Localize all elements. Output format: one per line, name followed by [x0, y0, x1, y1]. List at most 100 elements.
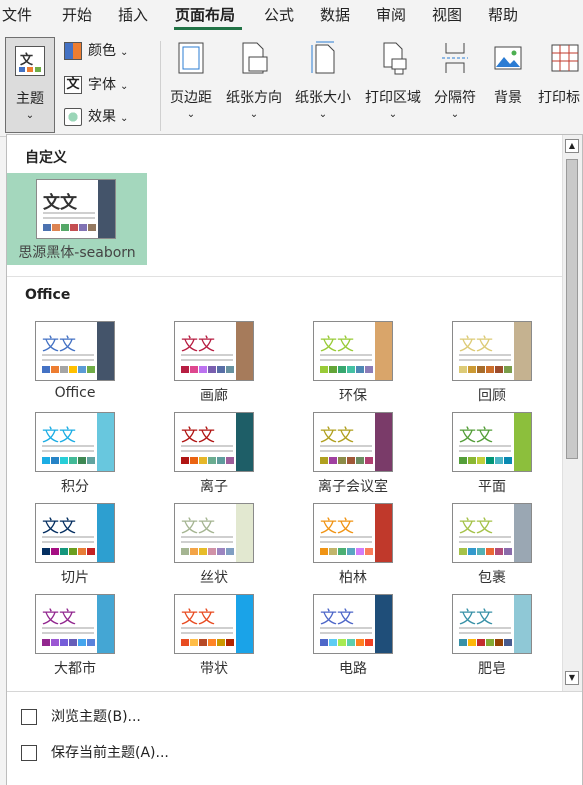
theme-thumbnail: 文文	[174, 503, 254, 563]
theme-item[interactable]: 文文 积分	[20, 410, 130, 500]
background-icon	[494, 46, 522, 70]
margins-icon	[178, 42, 204, 74]
fonts-button[interactable]: 文字体 ⌄	[64, 73, 128, 97]
scrollbar-thumb[interactable]	[566, 159, 578, 459]
tab-help[interactable]: 帮助	[488, 4, 518, 26]
theme-item[interactable]: 文文环保	[298, 319, 408, 409]
themes-icon: 文	[15, 46, 45, 76]
breaks-icon	[442, 43, 468, 73]
theme-name: 柏林	[339, 570, 367, 586]
theme-item[interactable]: 文文电路	[298, 592, 408, 682]
themes-label: 主题	[16, 91, 44, 107]
tab-view[interactable]: 视图	[432, 4, 462, 26]
themes-button[interactable]: 文 主题 ⌄	[5, 37, 55, 133]
theme-item[interactable]: 文文带状	[159, 592, 269, 682]
theme-thumbnail-text: 文文	[320, 335, 354, 355]
breaks-button[interactable]: 分隔符 ⌄	[430, 41, 480, 120]
theme-thumbnail-text: 文文	[42, 426, 76, 446]
custom-theme-item[interactable]: 文文 思源黑体-seaborn	[7, 173, 147, 265]
theme-name: Office	[54, 385, 96, 401]
print-titles-button[interactable]: 打印标	[538, 41, 583, 107]
chevron-down-icon: ⌄	[120, 113, 129, 124]
colors-button[interactable]: 颜色 ⌄	[64, 39, 128, 63]
custom-theme-name: 思源黑体-seaborn	[18, 245, 136, 261]
tab-review[interactable]: 审阅	[376, 4, 406, 26]
theme-thumbnail: 文文	[452, 503, 532, 563]
theme-thumbnail: 文文	[313, 503, 393, 563]
theme-name: 回顾	[478, 388, 506, 404]
tab-insert[interactable]: 插入	[118, 4, 148, 26]
theme-name: 电路	[339, 661, 367, 677]
theme-item[interactable]: 文文切片	[20, 501, 130, 591]
theme-name: 离子	[200, 479, 228, 495]
tab-page-layout[interactable]: 页面布局	[175, 4, 235, 26]
theme-thumbnail-text: 文文	[42, 517, 76, 537]
theme-item[interactable]: 文文柏林	[298, 501, 408, 591]
theme-thumbnail: 文文	[35, 503, 115, 563]
save-disk-icon	[21, 745, 37, 761]
theme-item[interactable]: 文文 画廊	[159, 319, 269, 409]
theme-item[interactable]: 文文 离子	[159, 410, 269, 500]
theme-thumbnail: 文文	[35, 321, 115, 381]
theme-thumbnail-text: 文文	[320, 517, 354, 537]
colors-icon	[64, 42, 82, 60]
theme-item[interactable]: 文文 平面	[437, 410, 547, 500]
theme-thumbnail-text: 文文	[181, 608, 215, 628]
effects-button[interactable]: 效果 ⌄	[64, 105, 128, 129]
theme-item[interactable]: 文文回顾	[437, 319, 547, 409]
scroll-down-arrow-icon[interactable]: ▼	[565, 671, 579, 685]
menu-bar: 文件 开始 插入 页面布局 公式 数据 审阅 视图 帮助	[0, 0, 583, 31]
theme-item[interactable]: 文文 大都市	[20, 592, 130, 682]
section-divider	[7, 276, 564, 277]
theme-thumbnail: 文文	[174, 594, 254, 654]
theme-thumbnail: 文文	[35, 412, 115, 472]
tab-file[interactable]: 文件	[2, 4, 32, 26]
theme-item[interactable]: 文文 肥皂	[437, 592, 547, 682]
print-area-icon	[383, 42, 407, 75]
orientation-button[interactable]: 纸张方向 ⌄	[222, 41, 286, 120]
tab-formulas[interactable]: 公式	[264, 4, 294, 26]
chevron-down-icon: ⌄	[186, 109, 196, 120]
theme-thumbnail-text: 文文	[42, 335, 76, 355]
theme-name: 包裹	[478, 570, 506, 586]
tab-data[interactable]: 数据	[320, 4, 350, 26]
theme-thumbnail-text: 文文	[459, 335, 493, 355]
vertical-scrollbar[interactable]: ▲ ▼	[562, 135, 582, 691]
save-theme-item[interactable]: 保存当前主题(A)...	[21, 742, 169, 762]
custom-section-title: 自定义	[25, 150, 67, 166]
background-button[interactable]: 背景	[486, 41, 530, 107]
page-size-icon	[311, 41, 335, 74]
theme-name: 环保	[339, 388, 367, 404]
theme-name: 切片	[61, 570, 89, 586]
chevron-down-icon: ⌄	[25, 110, 35, 121]
size-button[interactable]: 纸张大小 ⌄	[292, 41, 354, 120]
theme-name: 带状	[200, 661, 228, 677]
theme-item[interactable]: 文文 Office	[20, 319, 130, 409]
print-area-button[interactable]: 打印区域 ⌄	[360, 41, 426, 120]
theme-thumbnail: 文文	[452, 321, 532, 381]
theme-item[interactable]: 文文 丝状	[159, 501, 269, 591]
margins-button[interactable]: 页边距 ⌄	[166, 41, 216, 120]
effects-icon	[64, 108, 82, 126]
theme-thumbnail: 文文	[452, 412, 532, 472]
theme-name: 平面	[478, 479, 506, 495]
themes-footer: 浏览主题(B)... 保存当前主题(A)...	[7, 691, 582, 785]
theme-thumbnail-text: 文文	[320, 426, 354, 446]
theme-thumbnail-text: 文文	[42, 608, 76, 628]
theme-item[interactable]: 文文 离子会议室	[298, 410, 408, 500]
theme-thumbnail-text: 文文	[181, 517, 215, 537]
browse-folder-icon	[21, 709, 37, 725]
chevron-down-icon: ⌄	[120, 81, 129, 92]
browse-themes-item[interactable]: 浏览主题(B)...	[21, 706, 141, 726]
office-section-title: Office	[25, 287, 71, 303]
theme-thumbnail-text: 文文	[181, 335, 215, 355]
tab-home[interactable]: 开始	[62, 4, 92, 26]
chevron-down-icon: ⌄	[120, 47, 129, 58]
scroll-up-arrow-icon[interactable]: ▲	[565, 139, 579, 153]
theme-item[interactable]: 文文 包裹	[437, 501, 547, 591]
theme-thumbnail: 文文	[313, 594, 393, 654]
theme-thumbnail-text: 文文	[320, 608, 354, 628]
chevron-down-icon: ⌄	[450, 109, 460, 120]
chevron-down-icon: ⌄	[388, 109, 398, 120]
themes-dropdown: 自定义 文文 思源黑体-seaborn Office 文文 Office 文文 画廊文…	[6, 134, 583, 785]
